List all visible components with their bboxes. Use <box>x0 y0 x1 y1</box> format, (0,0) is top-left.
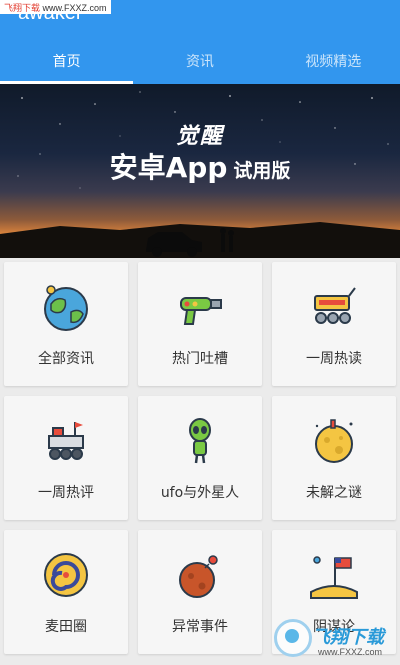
tab-news[interactable]: 资讯 <box>133 42 266 84</box>
meteor-icon <box>179 555 218 598</box>
category-crop-circles[interactable]: 麦田圈 <box>4 530 128 654</box>
banner-title-sub: 试用版 <box>233 160 291 182</box>
alien-icon <box>189 418 211 464</box>
watermark-bottom: 飞翔下载 www.FXXZ.com <box>274 617 394 663</box>
category-label: ufo与外星人 <box>160 485 240 501</box>
app-header: awakel 飞翔下载 www.FXXZ.com 首页 资讯 视频精选 <box>0 0 400 84</box>
moon-flag-icon <box>310 556 358 599</box>
moon-icon <box>315 419 353 463</box>
category-unsolved-mysteries[interactable]: 未解之谜 <box>272 396 396 520</box>
watermark-logo-icon <box>274 619 312 657</box>
banner-title-main: 安卓App <box>109 151 228 184</box>
rover-icon <box>314 287 356 324</box>
tab-home[interactable]: 首页 <box>0 42 134 84</box>
category-weekly-comments[interactable]: 一周热评 <box>4 396 128 520</box>
category-label: 一周热评 <box>38 485 94 501</box>
tab-video-picks[interactable]: 视频精选 <box>267 42 400 84</box>
category-label: 未解之谜 <box>306 485 362 501</box>
app-screen: awakel 飞翔下载 www.FXXZ.com 首页 资讯 视频精选 <box>0 0 400 665</box>
category-hot-rants[interactable]: 热门吐槽 <box>138 262 262 386</box>
galaxy-icon <box>44 553 88 597</box>
watermark-bottom-url: www.FXXZ.com <box>318 647 383 657</box>
watermark-top: 飞翔下载 www.FXXZ.com <box>0 0 111 14</box>
lunar-rover-icon <box>48 422 84 460</box>
category-label: 异常事件 <box>172 619 228 635</box>
category-label: 麦田圈 <box>45 619 87 635</box>
category-anomalies[interactable]: 异常事件 <box>138 530 262 654</box>
category-label: 全部资讯 <box>38 351 94 367</box>
category-label: 热门吐槽 <box>172 351 228 367</box>
category-label: 一周热读 <box>306 351 362 367</box>
watermark-bottom-brand: 飞翔下载 <box>312 627 384 648</box>
banner-title: 安卓App 试用版 <box>0 146 400 186</box>
watermark-top-brand: 飞翔下载 <box>4 3 41 13</box>
category-all-news[interactable]: 全部资讯 <box>4 262 128 386</box>
ray-gun-icon <box>180 297 222 325</box>
tab-bar: 首页 资讯 视频精选 <box>0 42 400 84</box>
watermark-top-url: www.FXXZ.com <box>42 3 107 13</box>
banner[interactable]: 觉醒 安卓App 试用版 <box>0 84 400 258</box>
earth-icon <box>44 285 88 331</box>
category-weekly-reads[interactable]: 一周热读 <box>272 262 396 386</box>
category-ufo-aliens[interactable]: ufo与外星人 <box>138 396 262 520</box>
